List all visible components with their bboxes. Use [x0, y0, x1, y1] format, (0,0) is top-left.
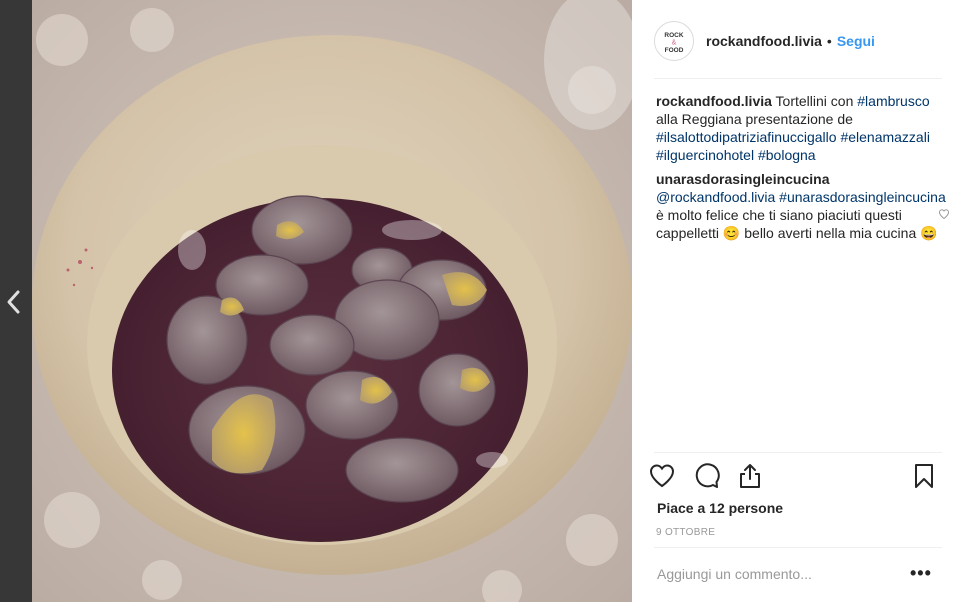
caption-text-1: Tortellini con	[771, 93, 858, 109]
add-comment-input[interactable]: Aggiungi un commento...	[657, 566, 812, 582]
caption: rockandfood.livia Tortellini con #lambru…	[656, 92, 946, 164]
post-photo	[32, 0, 632, 602]
comment-username[interactable]: unarasdorasingleincucina	[656, 171, 830, 187]
bookmark-icon[interactable]	[910, 462, 938, 490]
actions-divider	[654, 452, 942, 453]
more-options-button[interactable]: •••	[910, 563, 932, 584]
mention-rockandfood[interactable]: @rockandfood.livia	[656, 189, 775, 205]
rockandfood-logo: ROCK & FOOD	[656, 23, 692, 59]
share-icon[interactable]	[736, 462, 764, 490]
avatar[interactable]: ROCK & FOOD	[654, 21, 694, 61]
hashtag-ilguercinohotel[interactable]: #ilguercinohotel	[656, 147, 754, 163]
header-username[interactable]: rockandfood.livia	[706, 33, 822, 49]
post-side-panel: ROCK & FOOD rockandfood.livia • Segui ro…	[632, 0, 966, 602]
comment-item: unarasdorasingleincucina @rockandfood.li…	[656, 170, 950, 242]
post-header: ROCK & FOOD rockandfood.livia • Segui	[654, 18, 942, 64]
comment-icon[interactable]	[692, 462, 720, 490]
hashtag-ilsalotto[interactable]: #ilsalottodipatriziafinuccigallo	[656, 129, 837, 145]
comment-text: è molto felice che ti siano piaciuti que…	[656, 207, 938, 241]
caption-text-2: alla Reggiana presentazione de	[656, 111, 853, 127]
post-date: 9 OTTOBRE	[656, 527, 716, 538]
heart-small-icon[interactable]	[938, 208, 950, 220]
hashtag-elenamazzali[interactable]: #elenamazzali	[840, 129, 930, 145]
action-bar	[648, 458, 944, 494]
comment-divider	[654, 547, 942, 548]
caption-username[interactable]: rockandfood.livia	[656, 93, 772, 109]
avatar-text-bottom: FOOD	[665, 47, 684, 54]
comments-list: rockandfood.livia Tortellini con #lambru…	[656, 92, 950, 248]
avatar-text-top: ROCK	[664, 32, 683, 39]
header-divider	[654, 78, 942, 79]
follow-button[interactable]: Segui	[837, 33, 875, 49]
heart-icon[interactable]	[648, 462, 676, 490]
chevron-left-icon	[7, 290, 20, 314]
hashtag-unarasdora[interactable]: #unarasdorasingleincucina	[779, 189, 946, 205]
avatar-amp: &	[672, 40, 677, 47]
previous-post-button[interactable]	[4, 288, 24, 316]
hashtag-lambrusco[interactable]: #lambrusco	[857, 93, 929, 109]
hashtag-bologna[interactable]: #bologna	[758, 147, 816, 163]
likes-count[interactable]: Piace a 12 persone	[657, 500, 783, 516]
separator-dot: •	[826, 33, 832, 49]
